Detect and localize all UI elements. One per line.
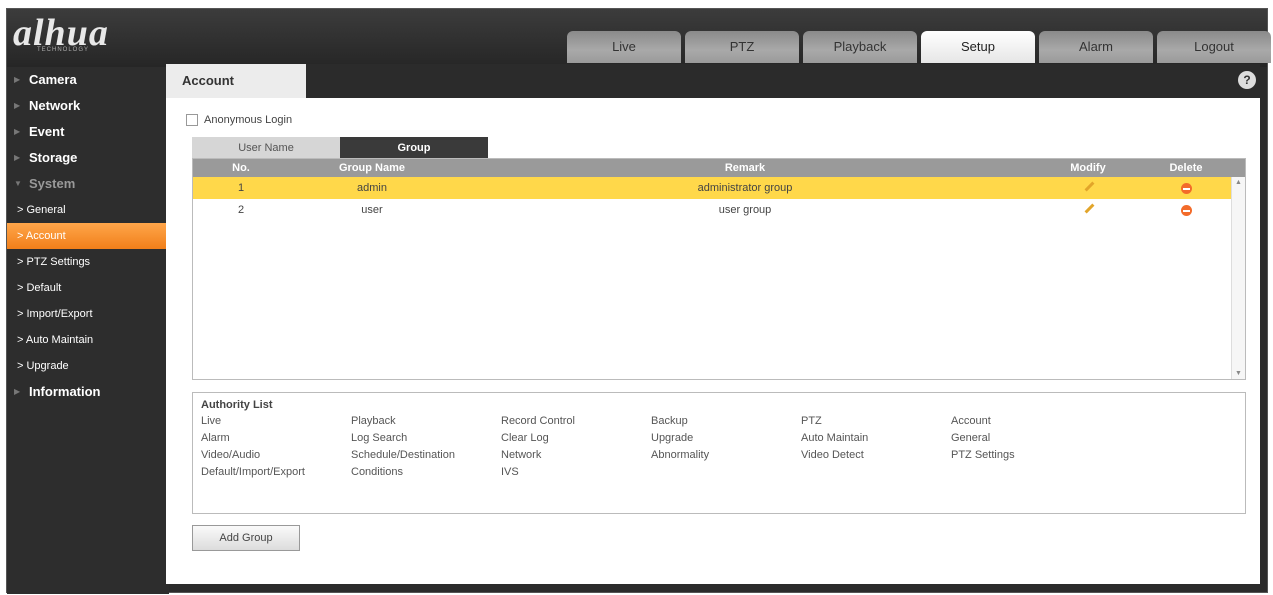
tab-logout[interactable]: Logout (1157, 31, 1271, 63)
delete-cell (1141, 177, 1231, 199)
sidebar-item-information[interactable]: ▶ Information (7, 379, 169, 405)
sidebar-item-label: Event (29, 124, 65, 139)
authority-item: Record Control (501, 415, 575, 427)
authority-item: Account (951, 415, 991, 427)
anonymous-login-checkbox[interactable] (186, 114, 198, 126)
authority-item: Network (501, 449, 542, 461)
cell-remark: user group (718, 204, 772, 216)
authority-grid: Live Playback Record Control Backup PTZ … (201, 415, 1237, 478)
edit-pencil-icon[interactable] (1083, 203, 1093, 213)
cell-group-name: admin (357, 182, 387, 194)
help-icon[interactable]: ? (1238, 71, 1256, 89)
tab-playback[interactable]: Playback (803, 31, 917, 63)
expand-arrow-icon: ▶ (14, 387, 21, 396)
sidebar-item-upgrade[interactable]: > Upgrade (7, 353, 169, 379)
sidebar-item-ptz-settings[interactable]: > PTZ Settings (7, 249, 169, 275)
authority-item: Conditions (351, 466, 403, 478)
expand-arrow-icon: ▶ (14, 153, 21, 162)
sidebar-item-auto-maintain[interactable]: > Auto Maintain (7, 327, 169, 353)
column-header-modify: Modify (1070, 162, 1106, 174)
modify-cell (1035, 199, 1141, 221)
edit-pencil-icon[interactable] (1083, 181, 1093, 191)
cell-remark: administrator group (697, 182, 793, 194)
tab-alarm[interactable]: Alarm (1039, 31, 1153, 63)
sidebar-item-label: Storage (29, 150, 78, 165)
cell-no: 1 (237, 182, 245, 194)
authority-item: Schedule/Destination (351, 449, 455, 461)
add-group-button[interactable]: Add Group (192, 525, 300, 551)
sidebar-item-default[interactable]: > Default (7, 275, 169, 301)
sidebar-item-label: Information (29, 384, 101, 399)
delete-icon[interactable] (1180, 182, 1192, 194)
authority-item: Backup (651, 415, 688, 427)
authority-list: Authority List Live Playback Record Cont… (192, 392, 1246, 514)
table-row[interactable]: 1 admin administrator group (193, 177, 1245, 199)
tab-ptz[interactable]: PTZ (685, 31, 799, 63)
account-subtabs: User Name Group (192, 137, 488, 159)
anonymous-login-option[interactable]: Anonymous Login (186, 114, 292, 126)
column-header-group-name: Group Name (338, 162, 405, 174)
sidebar-item-system[interactable]: ▼ System (7, 171, 169, 197)
column-header-delete: Delete (1169, 162, 1203, 174)
group-table: No. Group Name Remark Modify Delete 1 ad… (192, 158, 1246, 380)
authority-item: Video/Audio (201, 449, 261, 461)
anonymous-login-label: Anonymous Login (204, 114, 293, 126)
brand-logo-subtitle: TECHNOLOGY (37, 47, 90, 53)
sidebar-item-event[interactable]: ▶ Event (7, 119, 169, 145)
authority-item: Auto Maintain (801, 432, 869, 444)
sidebar-item-import-export[interactable]: > Import/Export (7, 301, 169, 327)
cell-no: 2 (237, 204, 245, 216)
modify-cell (1035, 177, 1141, 199)
authority-item: General (951, 432, 991, 444)
sidebar: ▶ Camera ▶ Network ▶ Event ▶ Storage ▼ System… (7, 67, 169, 594)
authority-item: Playback (351, 415, 396, 427)
authority-item: Video Detect (801, 449, 864, 461)
tab-user-name[interactable]: User Name (192, 137, 340, 159)
scroll-down-icon[interactable]: ▼ (1235, 370, 1242, 377)
authority-item: Abnormality (651, 449, 710, 461)
sidebar-item-label: Camera (29, 72, 77, 87)
authority-item: IVS (501, 466, 519, 478)
tab-live[interactable]: Live (567, 31, 681, 63)
sidebar-item-camera[interactable]: ▶ Camera (7, 67, 169, 93)
authority-list-title: Authority List (201, 399, 273, 411)
main-tabs: Live PTZ Playback Setup Alarm Logout (567, 31, 1271, 63)
table-scrollbar[interactable]: ▲ ▼ (1231, 177, 1245, 379)
authority-item: Log Search (351, 432, 408, 444)
authority-item: Live (201, 415, 222, 427)
tab-group[interactable]: Group (340, 137, 488, 159)
expand-arrow-icon: ▶ (14, 127, 21, 136)
header-bar: alhua TECHNOLOGY Live PTZ Playback Setup… (7, 9, 1271, 67)
expand-arrow-icon: ▶ (14, 101, 21, 110)
main-content: Account ? Anonymous Login User Name Grou… (166, 64, 1260, 584)
sidebar-item-network[interactable]: ▶ Network (7, 93, 169, 119)
content-header: Account ? (166, 64, 1260, 98)
delete-cell (1141, 199, 1231, 221)
authority-item: Clear Log (501, 432, 549, 444)
authority-item: Upgrade (651, 432, 694, 444)
column-header-remark: Remark (724, 162, 766, 174)
authority-item: PTZ Settings (951, 449, 1015, 461)
authority-item: PTZ (801, 415, 822, 427)
column-header-no: No. (232, 162, 250, 174)
sidebar-item-label: Network (29, 98, 81, 113)
sidebar-item-account[interactable]: > Account (7, 223, 169, 249)
page-title: Account (166, 64, 306, 98)
scroll-up-icon[interactable]: ▲ (1235, 179, 1242, 186)
expand-arrow-icon: ▶ (14, 75, 21, 84)
sidebar-item-storage[interactable]: ▶ Storage (7, 145, 169, 171)
sidebar-item-general[interactable]: > General (7, 197, 169, 223)
delete-icon[interactable] (1180, 204, 1192, 216)
cell-group-name: user (361, 204, 383, 216)
tab-setup[interactable]: Setup (921, 31, 1035, 63)
authority-item: Default/Import/Export (201, 466, 305, 478)
table-header: No. Group Name Remark Modify Delete (193, 159, 1245, 177)
sidebar-item-label: System (29, 176, 76, 191)
authority-item: Alarm (201, 432, 230, 444)
collapse-arrow-icon: ▼ (14, 179, 22, 188)
table-row[interactable]: 2 user user group (193, 199, 1245, 221)
